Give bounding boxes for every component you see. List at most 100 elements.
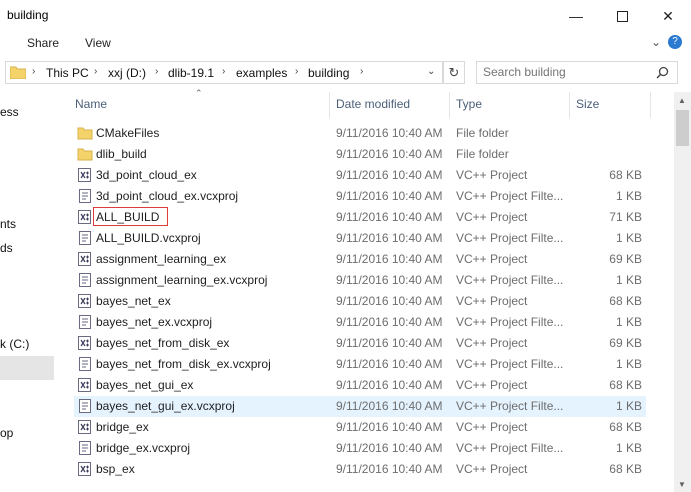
address-history-dropdown[interactable]: ⌄ — [427, 66, 435, 77]
file-row[interactable]: 3d_point_cloud_ex.vcxproj 9/11/2016 10:40… — [74, 186, 646, 207]
column-header-name[interactable]: Name — [75, 97, 107, 111]
filters-icon — [79, 315, 91, 329]
file-size: 1 KB — [615, 189, 642, 203]
file-row[interactable]: dlib_build 9/11/2016 10:40 AM File folder — [74, 144, 646, 165]
breadcrumb-examples[interactable]: examples — [236, 66, 287, 80]
column-header-date-modified[interactable]: Date modified — [336, 97, 410, 111]
file-date-modified: 9/11/2016 10:40 AM — [336, 462, 443, 476]
file-row[interactable]: ALL_BUILD.vcxproj 9/11/2016 10:40 AM VC++ … — [74, 228, 646, 249]
vcxproj-icon — [78, 420, 91, 434]
file-row[interactable]: assignment_learning_ex 9/11/2016 10:40 AM… — [74, 249, 646, 270]
column-header-type[interactable]: Type — [456, 97, 482, 111]
vcxproj-icon — [78, 168, 91, 182]
file-row[interactable]: bayes_net_gui_ex 9/11/2016 10:40 AM VC++ P… — [74, 375, 646, 396]
breadcrumb-separator-icon: › — [222, 66, 226, 77]
nav-item-downloads[interactable]: ds — [0, 241, 13, 255]
column-divider[interactable] — [650, 92, 651, 118]
column-divider[interactable] — [569, 92, 570, 118]
file-row[interactable]: bayes_net_from_disk_ex 9/11/2016 10:40 AM… — [74, 333, 646, 354]
column-header-size[interactable]: Size — [576, 97, 599, 111]
tab-view[interactable]: View — [85, 36, 111, 50]
file-row[interactable]: bayes_net_ex.vcxproj 9/11/2016 10:40 AM VC… — [74, 312, 646, 333]
breadcrumb-this-pc[interactable]: This PC — [46, 66, 89, 80]
file-row[interactable]: bayes_net_gui_ex.vcxproj 9/11/2016 10:40 … — [74, 396, 646, 417]
file-date-modified: 9/11/2016 10:40 AM — [336, 231, 443, 245]
file-size: 1 KB — [615, 231, 642, 245]
file-row[interactable]: bayes_net_from_disk_ex.vcxproj 9/11/2016 … — [74, 354, 646, 375]
file-date-modified: 9/11/2016 10:40 AM — [336, 252, 443, 266]
vertical-scrollbar[interactable] — [674, 92, 691, 492]
file-row[interactable]: bsp_ex 9/11/2016 10:40 AM VC++ Project 68 K… — [74, 459, 646, 480]
file-type: VC++ Project Filte... — [456, 273, 564, 287]
file-name: bridge_ex.vcxproj — [96, 441, 191, 455]
nav-item-quick-access[interactable]: ess — [0, 105, 19, 119]
file-name: bayes_net_from_disk_ex — [96, 336, 230, 350]
column-divider[interactable] — [329, 92, 330, 118]
file-row[interactable]: ALL_BUILD 9/11/2016 10:40 AM VC++ Project 7… — [74, 207, 646, 228]
file-name: bayes_net_ex — [96, 294, 171, 308]
nav-item-documents[interactable]: nts — [0, 217, 16, 231]
file-row[interactable]: bayes_net_ex 9/11/2016 10:40 AM VC++ Proje… — [74, 291, 646, 312]
file-size: 1 KB — [615, 399, 642, 413]
expand-ribbon-button[interactable]: ⌄ — [651, 35, 661, 49]
file-name: bayes_net_gui_ex.vcxproj — [96, 399, 235, 413]
scrollbar-thumb[interactable] — [676, 110, 689, 146]
file-date-modified: 9/11/2016 10:40 AM — [336, 168, 443, 182]
file-row[interactable]: 3d_point_cloud_ex 9/11/2016 10:40 AM VC++ … — [74, 165, 646, 186]
close-button[interactable]: ✕ — [645, 0, 691, 32]
minimize-button[interactable]: — — [553, 0, 599, 32]
breadcrumb-separator-icon: › — [94, 66, 98, 77]
folder-icon — [77, 127, 93, 140]
nav-selected-item[interactable] — [0, 356, 54, 380]
file-date-modified: 9/11/2016 10:40 AM — [336, 378, 443, 392]
file-name: ALL_BUILD.vcxproj — [96, 231, 201, 245]
breadcrumb-drive[interactable]: xxj (D:) — [108, 66, 146, 80]
close-icon: ✕ — [662, 7, 674, 24]
breadcrumb-separator-icon: › — [32, 66, 36, 77]
filters-icon — [79, 273, 91, 287]
chevron-down-icon: ▼ — [678, 480, 686, 489]
vcxproj-icon — [78, 462, 91, 476]
help-button[interactable]: ? — [668, 35, 682, 49]
filters-icon — [79, 357, 91, 371]
chevron-down-icon: ⌄ — [427, 66, 436, 77]
search-input[interactable] — [483, 65, 643, 79]
file-date-modified: 9/11/2016 10:40 AM — [336, 126, 443, 140]
file-row[interactable]: bridge_ex 9/11/2016 10:40 AM VC++ Project 6… — [74, 417, 646, 438]
file-date-modified: 9/11/2016 10:40 AM — [336, 294, 443, 308]
file-name: dlib_build — [96, 147, 147, 161]
file-size: 1 KB — [615, 357, 642, 371]
filters-icon — [79, 231, 91, 245]
file-date-modified: 9/11/2016 10:40 AM — [336, 315, 443, 329]
search-icon[interactable] — [656, 66, 669, 79]
scroll-up-button[interactable]: ▲ — [678, 96, 686, 105]
file-name: bayes_net_gui_ex — [96, 378, 194, 392]
file-name: bsp_ex — [96, 462, 135, 476]
file-type: VC++ Project Filte... — [456, 231, 564, 245]
file-date-modified: 9/11/2016 10:40 AM — [336, 441, 443, 455]
file-type: VC++ Project Filte... — [456, 315, 564, 329]
file-row[interactable]: bridge_ex.vcxproj 9/11/2016 10:40 AM VC++ … — [74, 438, 646, 459]
refresh-icon: ↻ — [448, 64, 460, 80]
file-date-modified: 9/11/2016 10:40 AM — [336, 273, 443, 287]
maximize-button[interactable] — [599, 0, 645, 32]
tab-share[interactable]: Share — [27, 36, 59, 50]
nav-item-local-disk-c[interactable]: k (C:) — [0, 337, 29, 351]
file-row[interactable]: CMakeFiles 9/11/2016 10:40 AM File folder — [74, 123, 646, 144]
file-size: 1 KB — [615, 273, 642, 287]
breadcrumb-building[interactable]: building — [308, 66, 349, 80]
filters-icon — [79, 399, 91, 413]
breadcrumb-dlib[interactable]: dlib-19.1 — [168, 66, 214, 80]
file-size: 68 KB — [609, 462, 642, 476]
column-divider[interactable] — [449, 92, 450, 118]
scroll-down-button[interactable]: ▼ — [678, 480, 686, 489]
file-type: VC++ Project — [456, 294, 528, 308]
file-name: 3d_point_cloud_ex — [96, 168, 197, 182]
file-date-modified: 9/11/2016 10:40 AM — [336, 189, 443, 203]
refresh-button[interactable]: ↻ — [443, 61, 465, 84]
nav-item-desktop[interactable]: op — [0, 426, 13, 440]
file-date-modified: 9/11/2016 10:40 AM — [336, 357, 443, 371]
file-row[interactable]: assignment_learning_ex.vcxproj 9/11/2016 … — [74, 270, 646, 291]
file-type: File folder — [456, 147, 509, 161]
folder-icon — [10, 66, 26, 79]
